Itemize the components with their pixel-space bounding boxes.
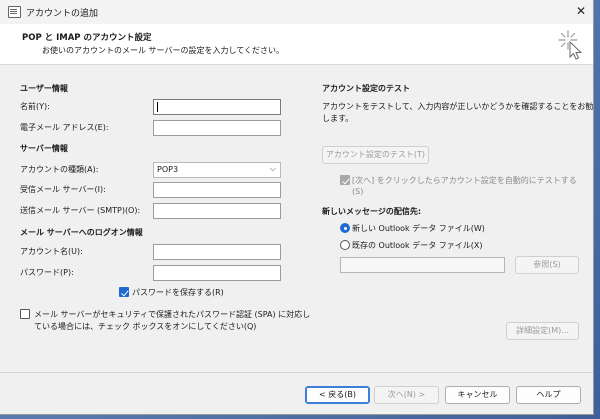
- chevron-down-icon: ⌵: [269, 164, 276, 173]
- test-heading: アカウント設定のテスト: [322, 84, 410, 93]
- password-label: パスワード(P):: [20, 268, 74, 277]
- remember-password-checkbox[interactable]: [119, 287, 129, 297]
- more-settings-button[interactable]: 詳細設定(M)...: [506, 322, 579, 340]
- name-label: 名前(Y):: [20, 102, 50, 111]
- logon-info-heading: メール サーバーへのログオン情報: [20, 228, 143, 237]
- header-title: POP と IMAP のアカウント設定: [22, 33, 152, 43]
- data-file-path-field[interactable]: [340, 257, 505, 273]
- add-account-dialog: アカウントの追加 ✕ POP と IMAP のアカウント設定 お使いのアカウント…: [0, 0, 594, 415]
- back-button[interactable]: < 戻る(B): [305, 386, 370, 404]
- text-caret: [157, 102, 158, 112]
- window-title: アカウントの追加: [26, 9, 99, 19]
- next-button[interactable]: 次へ(N) >: [374, 386, 439, 404]
- dialog-header: POP と IMAP のアカウント設定 お使いのアカウントのメール サーバーの設…: [0, 24, 593, 65]
- name-field[interactable]: [153, 99, 281, 115]
- auto-test-checkbox[interactable]: [340, 175, 350, 185]
- incoming-server-label: 受信メール サーバー(I):: [20, 185, 106, 194]
- footer-divider: [0, 372, 593, 373]
- incoming-server-field[interactable]: [153, 182, 281, 198]
- user-info-heading: ユーザー情報: [20, 84, 68, 93]
- new-data-file-label[interactable]: 新しい Outlook データ ファイル(W): [352, 223, 485, 234]
- help-button[interactable]: ヘルプ: [516, 386, 581, 404]
- delivery-heading: 新しいメッセージの配信先:: [322, 207, 422, 216]
- account-type-select[interactable]: POP3 ⌵: [153, 162, 281, 178]
- close-button[interactable]: ✕: [572, 3, 590, 20]
- account-type-value: POP3: [157, 165, 179, 174]
- email-label: 電子メール アドレス(E):: [20, 123, 109, 132]
- spa-label-line2[interactable]: ている場合には、チェック ボックスをオンにしてください(Q): [34, 321, 256, 332]
- test-description-line2: します。: [322, 114, 354, 123]
- new-data-file-radio[interactable]: [340, 223, 350, 233]
- account-type-label: アカウントの種類(A):: [20, 165, 99, 174]
- cancel-button[interactable]: キャンセル: [445, 386, 510, 404]
- account-name-label: アカウント名(U):: [20, 247, 83, 256]
- account-name-field[interactable]: [153, 244, 281, 260]
- existing-data-file-radio[interactable]: [340, 240, 350, 250]
- email-field[interactable]: [153, 120, 281, 136]
- password-field[interactable]: [153, 265, 281, 281]
- auto-test-label-line2[interactable]: (S): [352, 187, 363, 196]
- auto-test-label-line1[interactable]: [次へ] をクリックしたらアカウント設定を自動的にテストする: [352, 175, 577, 186]
- title-bar: アカウントの追加 ✕: [0, 0, 593, 24]
- server-info-heading: サーバー情報: [20, 144, 68, 153]
- header-subtitle: お使いのアカウントのメール サーバーの設定を入力してください。: [42, 46, 284, 55]
- test-account-button[interactable]: アカウント設定のテスト(T): [322, 146, 429, 164]
- spa-checkbox[interactable]: [20, 309, 30, 319]
- existing-data-file-label[interactable]: 既存の Outlook データ ファイル(X): [352, 240, 483, 251]
- outgoing-server-field[interactable]: [153, 203, 281, 219]
- mail-icon: [8, 6, 21, 18]
- spa-label-line1[interactable]: メール サーバーがセキュリティで保護されたパスワード認証 (SPA) に対応し: [34, 309, 310, 320]
- test-description-line1: アカウントをテストして、入力内容が正しいかどうかを確認することをお勧め: [322, 102, 594, 111]
- remember-password-label[interactable]: パスワードを保存する(R): [132, 287, 224, 298]
- browse-button[interactable]: 参照(S): [515, 256, 579, 274]
- cursor-sparkle-icon: [558, 30, 583, 60]
- outgoing-server-label: 送信メール サーバー (SMTP)(O):: [20, 206, 141, 215]
